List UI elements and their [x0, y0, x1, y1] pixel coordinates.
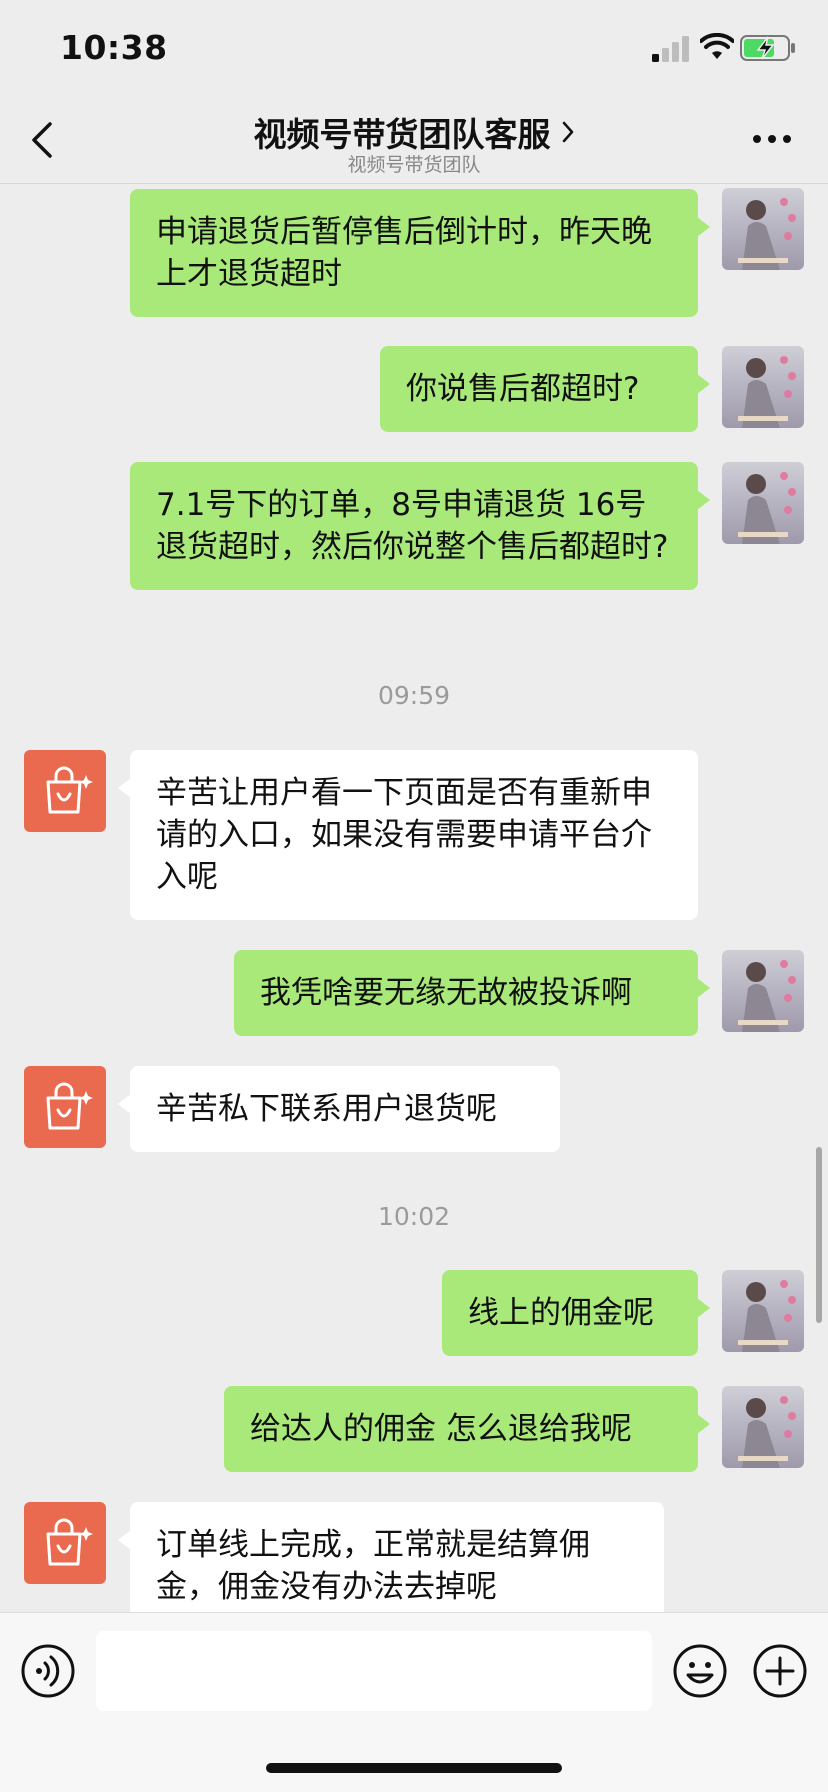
chevron-right-icon — [562, 121, 573, 143]
user-photo-icon — [738, 198, 796, 270]
message-timestamp: 09:59 — [377, 681, 451, 710]
back-chevron-icon[interactable] — [28, 118, 58, 162]
user-photo-icon — [738, 472, 796, 544]
message-bubble-received[interactable]: 辛苦私下联系用户退货呢 — [118, 1066, 560, 1152]
service-avatar[interactable] — [24, 1066, 106, 1148]
plus-icon[interactable] — [752, 1643, 808, 1699]
message-bubble-sent[interactable]: 申请退货后暂停售后倒计时，昨天晚上才退货超时 — [130, 189, 710, 317]
my-avatar[interactable] — [722, 346, 804, 428]
my-avatar[interactable] — [722, 188, 804, 270]
my-avatar[interactable] — [722, 1386, 804, 1468]
status-time: 10:38 — [60, 28, 168, 67]
chat-message-list[interactable]: 申请退货后暂停售后倒计时，昨天晚上才退货超时 你说售后都超时? 7.1号下的订单… — [0, 185, 828, 1612]
shopping-bag-icon — [46, 1518, 93, 1566]
nav-bar: 视频号带货团队客服 视频号带货团队 — [0, 96, 828, 184]
message-bubble-sent[interactable]: 7.1号下的订单，8号申请退货 16号退货超时，然后你说整个售后都超时? — [130, 462, 710, 590]
user-photo-icon — [738, 1280, 796, 1352]
voice-icon[interactable] — [20, 1643, 76, 1699]
user-photo-icon — [738, 1396, 796, 1468]
chat-screen: 10:38 视频号带货团队客服 视频号带货团队 申请退货后暂停售后倒计时，昨天晚… — [0, 0, 828, 1792]
message-bubble-received[interactable]: 订单线上完成，正常就是结算佣金，佣金没有办法去掉呢 — [118, 1502, 664, 1612]
shopping-bag-icon — [46, 766, 93, 814]
message-bubble-sent[interactable]: 线上的佣金呢 — [442, 1270, 710, 1356]
message-bubble-sent[interactable]: 给达人的佣金 怎么退给我呢 — [224, 1386, 710, 1472]
my-avatar[interactable] — [722, 462, 804, 544]
my-avatar[interactable] — [722, 1270, 804, 1352]
service-avatar[interactable] — [24, 1502, 106, 1584]
chat-title-area[interactable]: 视频号带货团队客服 — [150, 108, 678, 156]
message-timestamp: 10:02 — [377, 1202, 451, 1231]
chat-subtitle: 视频号带货团队 — [347, 154, 481, 176]
user-photo-icon — [738, 960, 796, 1032]
message-input[interactable] — [96, 1631, 652, 1711]
battery-charging-icon — [740, 35, 795, 61]
status-bar: 10:38 — [0, 0, 828, 96]
service-avatar[interactable] — [24, 750, 106, 832]
message-bubble-sent[interactable]: 你说售后都超时? — [380, 346, 710, 432]
home-indicator — [266, 1763, 562, 1773]
wifi-icon — [700, 33, 734, 59]
my-avatar[interactable] — [722, 950, 804, 1032]
message-bubble-received[interactable]: 辛苦让用户看一下页面是否有重新申请的入口，如果没有需要申请平台介入呢 — [118, 750, 698, 920]
more-dots-icon[interactable] — [752, 132, 792, 146]
shopping-bag-icon — [46, 1082, 93, 1130]
chat-scrollbar[interactable] — [816, 1147, 822, 1323]
emoji-icon[interactable] — [672, 1643, 728, 1699]
chat-title[interactable]: 视频号带货团队客服 — [254, 108, 551, 156]
input-bar — [0, 1612, 828, 1792]
message-bubble-sent[interactable]: 我凭啥要无缘无故被投诉啊 — [234, 950, 710, 1036]
user-photo-icon — [738, 356, 796, 428]
cellular-signal-icon — [652, 36, 689, 62]
